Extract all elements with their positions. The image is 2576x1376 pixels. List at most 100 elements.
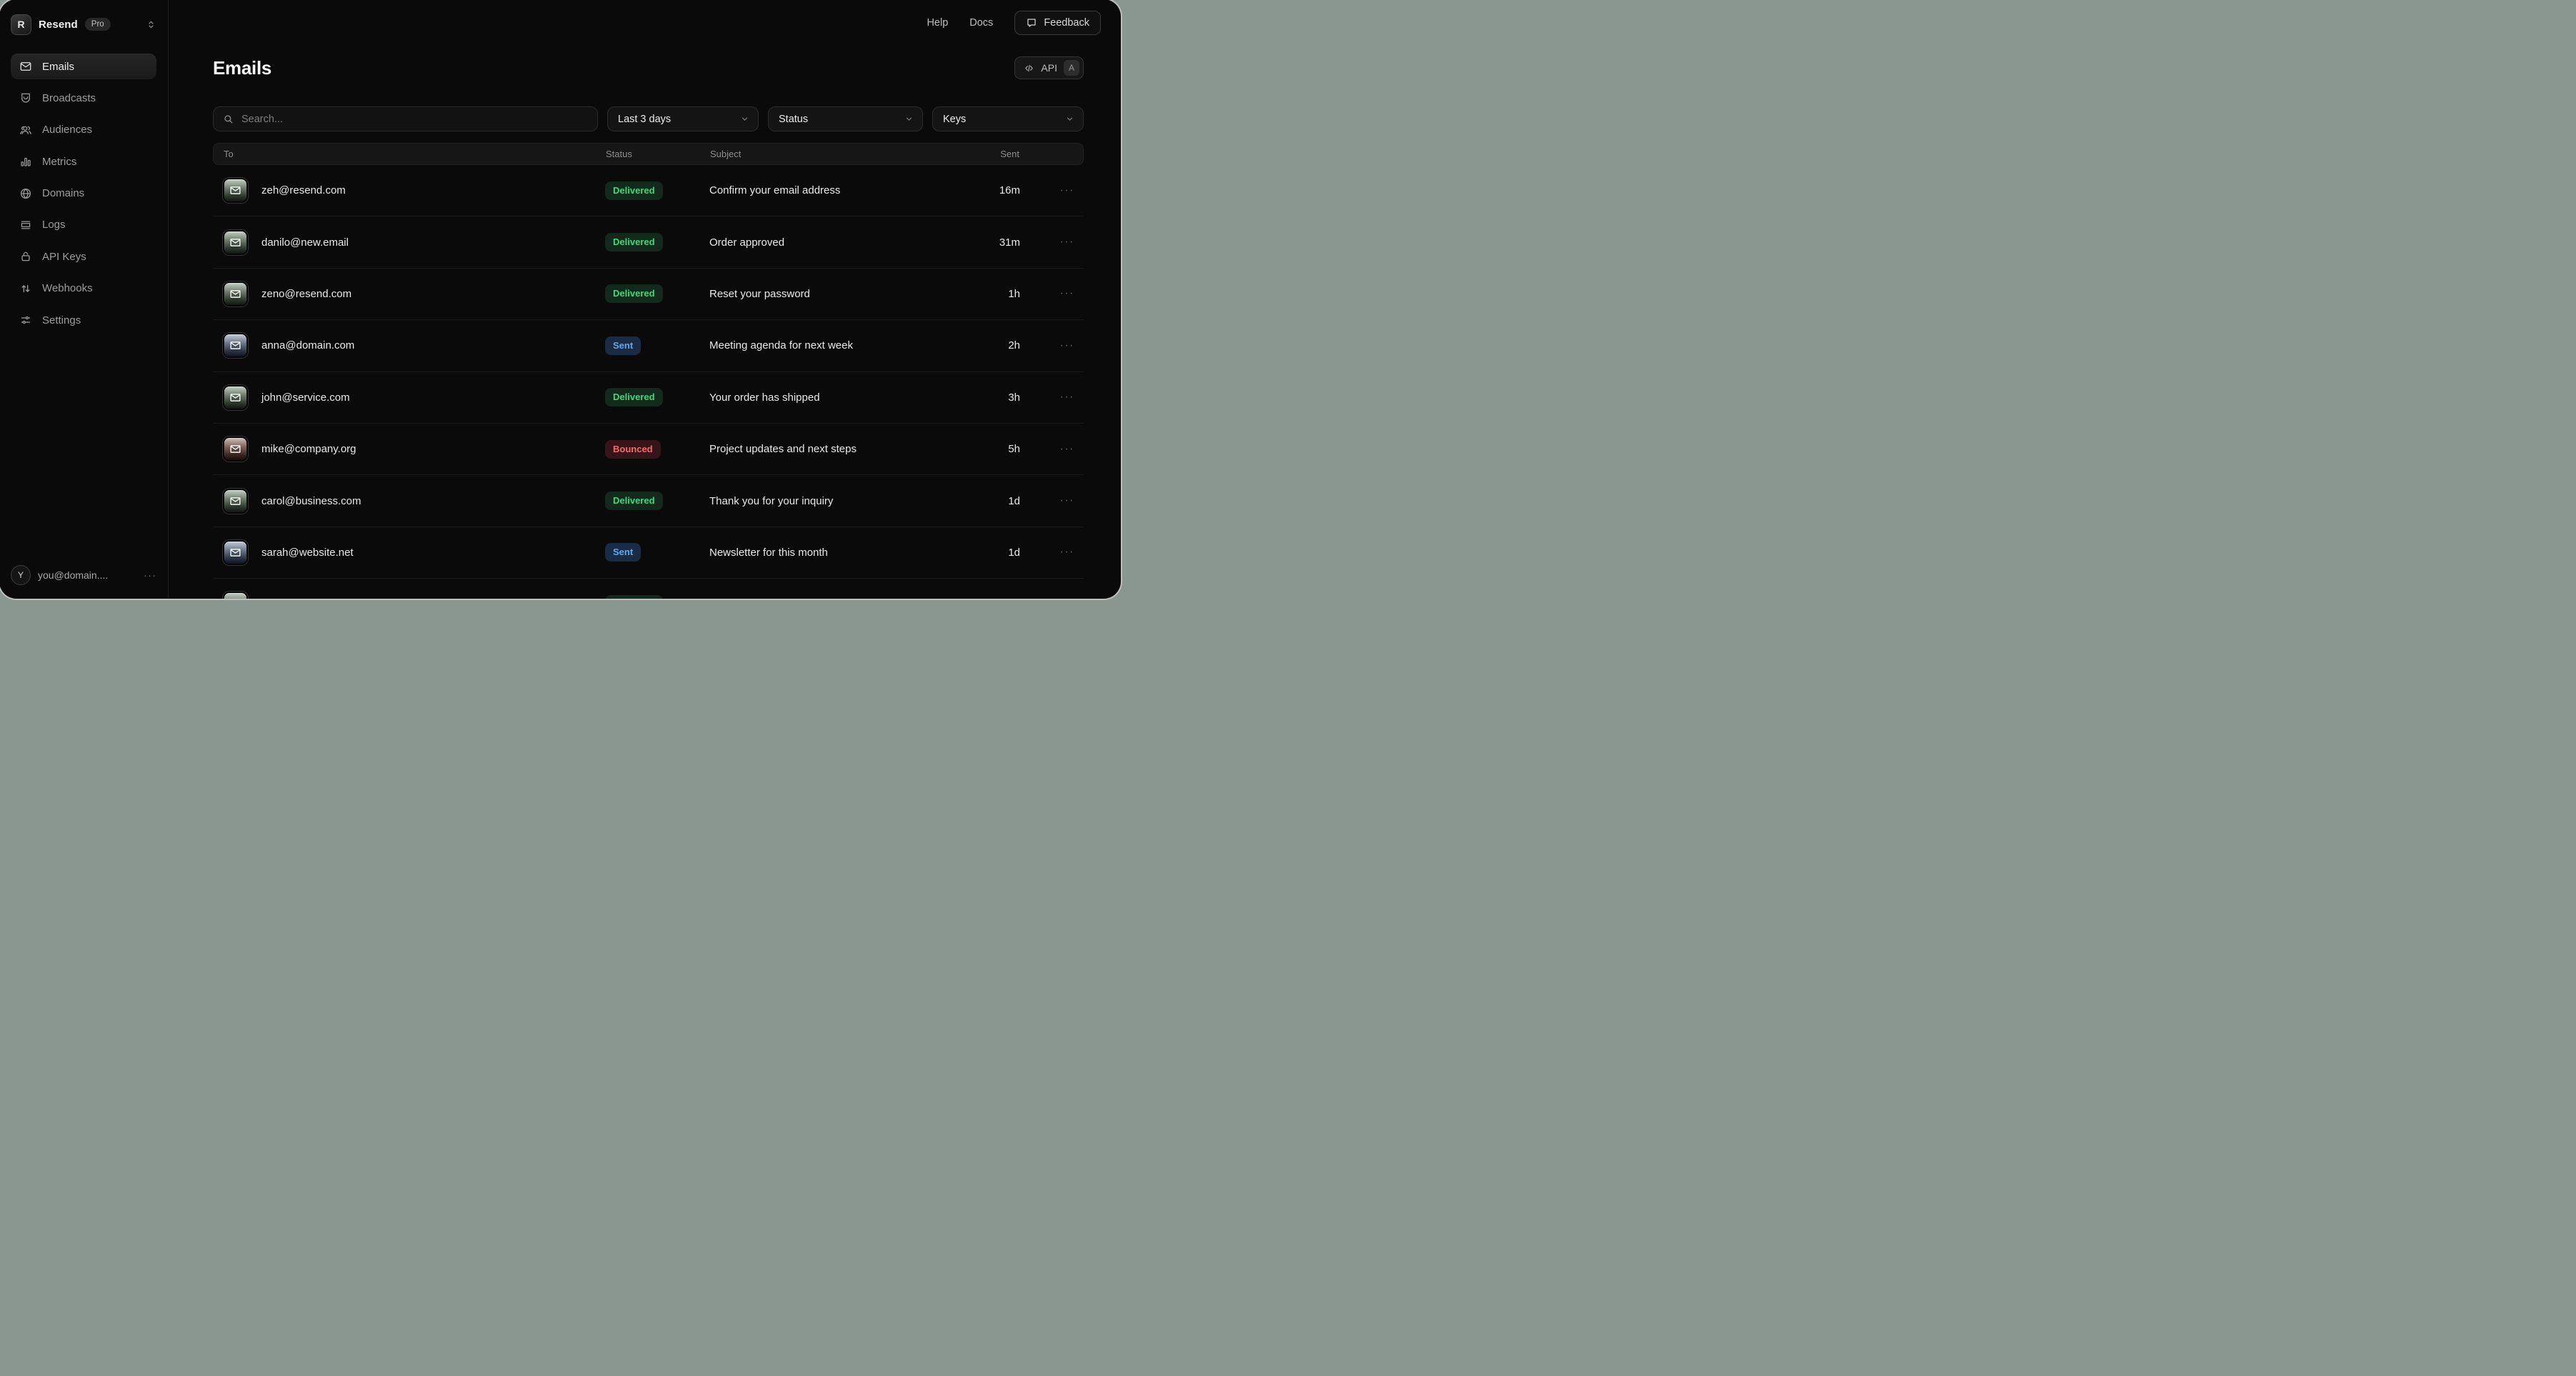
sent-time: 16m [964, 184, 1020, 196]
envelope-icon [223, 592, 248, 600]
bar-chart-icon [19, 155, 32, 168]
envelope-icon [223, 385, 248, 410]
api-button[interactable]: API A [1014, 56, 1084, 79]
table-row[interactable]: carol@business.com Delivered Thank you f… [213, 475, 1084, 527]
shortcut-key-badge: A [1064, 60, 1079, 76]
row-menu-button[interactable]: ··· [1020, 391, 1084, 404]
status-badge: Sent [605, 543, 641, 562]
table-row[interactable]: john@service.com Delivered Your order ha… [213, 372, 1084, 424]
recipient-email: zeh@resend.com [261, 184, 346, 196]
lock-icon [19, 250, 32, 263]
sidebar-item-label: Broadcasts [42, 92, 96, 104]
table-row[interactable]: sarah@website.net Sent Newsletter for th… [213, 527, 1084, 579]
row-menu-button[interactable]: ··· [1020, 287, 1084, 300]
feedback-button[interactable]: Feedback [1014, 11, 1101, 35]
sidebar-item-logs[interactable]: Logs [11, 212, 156, 238]
filter-row: Last 3 days Status Keys [213, 106, 1084, 131]
sidebar-item-label: Metrics [42, 156, 76, 168]
rows-icon [19, 219, 32, 231]
sent-time: 31m [964, 236, 1020, 249]
code-icon [1024, 63, 1034, 74]
status-badge: Delivered [605, 284, 663, 303]
recipient-email: carol@business.com [261, 495, 361, 507]
recipient-email: mike@company.org [261, 443, 356, 455]
chevron-down-icon [740, 114, 749, 124]
envelope-icon [19, 60, 32, 73]
column-header-sent: Sent [964, 149, 1019, 159]
column-header-status: Status [606, 149, 710, 159]
chevron-up-down-icon[interactable] [146, 19, 156, 30]
search-icon [223, 114, 234, 124]
sidebar-item-label: API Keys [42, 251, 86, 263]
row-menu-button[interactable]: ··· [1020, 546, 1084, 559]
envelope-icon [223, 230, 248, 255]
row-menu-button[interactable]: ··· [1020, 236, 1084, 249]
table-row[interactable]: zeh@resend.com Delivered Confirm your em… [213, 165, 1084, 216]
envelope-icon [223, 489, 248, 514]
row-menu-button[interactable]: ··· [1020, 443, 1084, 456]
sent-time: 1h [964, 288, 1020, 300]
search-input[interactable] [240, 113, 588, 126]
status-badge: Sent [605, 336, 641, 355]
table-row[interactable]: mike@company.org Bounced Project updates… [213, 424, 1084, 475]
row-menu-button[interactable]: ··· [1020, 494, 1084, 507]
sidebar-item-api-keys[interactable]: API Keys [11, 244, 156, 269]
sidebar-item-label: Settings [42, 314, 81, 326]
search-bar[interactable] [213, 106, 598, 131]
screen: R Resend Pro Emails Broadcasts Audiences… [0, 0, 1120, 598]
status-badge: Delivered [605, 233, 663, 251]
email-subject: Project updates and next steps [709, 443, 964, 455]
sidebar-item-webhooks[interactable]: Webhooks [11, 276, 156, 301]
column-header-subject: Subject [710, 149, 964, 159]
keys-select[interactable]: Keys [932, 106, 1084, 131]
status-select[interactable]: Status [768, 106, 923, 131]
keys-value: Keys [943, 114, 966, 125]
email-subject: Meeting agenda for next week [709, 339, 964, 352]
status-badge: Delivered [605, 181, 663, 200]
sidebar-item-emails[interactable]: Emails [11, 54, 156, 79]
table-row[interactable]: anna@domain.com Sent Meeting agenda for … [213, 320, 1084, 372]
email-subject: Your order has shipped [709, 392, 964, 404]
status-badge: Delivered [605, 388, 663, 407]
table-header: To Status Subject Sent [213, 143, 1084, 165]
api-button-label: API [1041, 62, 1057, 74]
page-title: Emails [213, 57, 271, 79]
recipient-email: zeno@resend.com [261, 288, 351, 300]
topbar: Help Docs Feedback [927, 0, 1121, 46]
docs-link[interactable]: Docs [969, 17, 993, 29]
user-menu[interactable]: Y you@domain.... ··· [11, 563, 156, 587]
row-menu-button[interactable]: ··· [1020, 184, 1084, 197]
sidebar-item-metrics[interactable]: Metrics [11, 149, 156, 174]
workspace-name: Resend [39, 19, 78, 31]
status-badge: Delivered [605, 492, 663, 510]
chevron-down-icon [904, 114, 914, 124]
plan-badge: Pro [85, 18, 111, 31]
column-header-to: To [214, 149, 606, 159]
help-link[interactable]: Help [927, 17, 948, 29]
status-badge: Delivered [605, 595, 663, 600]
sidebar-item-domains[interactable]: Domains [11, 181, 156, 206]
row-menu-button[interactable]: ··· [1020, 339, 1084, 352]
workspace-switcher[interactable]: R Resend Pro [11, 14, 156, 34]
envelope-icon [223, 437, 248, 462]
sliders-icon [19, 314, 32, 326]
sidebar-item-label: Audiences [42, 124, 92, 136]
sidebar-item-audiences[interactable]: Audiences [11, 117, 156, 143]
table-row[interactable]: danilo@new.email Delivered Order approve… [213, 216, 1084, 268]
recipient-email: anna@domain.com [261, 339, 354, 352]
avatar: Y [11, 565, 31, 585]
sidebar-item-broadcasts[interactable]: Broadcasts [11, 85, 156, 111]
user-menu-ellipsis-icon[interactable]: ··· [144, 569, 156, 582]
sidebar-item-label: Emails [42, 61, 74, 73]
users-icon [19, 124, 32, 136]
email-subject: Confirm your email address [709, 184, 964, 196]
envelope-icon [223, 178, 248, 203]
sidebar-item-settings[interactable]: Settings [11, 307, 156, 333]
table-row[interactable]: zeno@resend.com Delivered Reset your pas… [213, 269, 1084, 320]
date-range-select[interactable]: Last 3 days [607, 106, 759, 131]
table-row[interactable]: Delivered [213, 579, 1084, 600]
user-email: you@domain.... [38, 569, 108, 581]
sent-time: 5h [964, 443, 1020, 455]
sidebar-item-label: Webhooks [42, 282, 93, 294]
sidebar-item-label: Domains [42, 187, 84, 199]
